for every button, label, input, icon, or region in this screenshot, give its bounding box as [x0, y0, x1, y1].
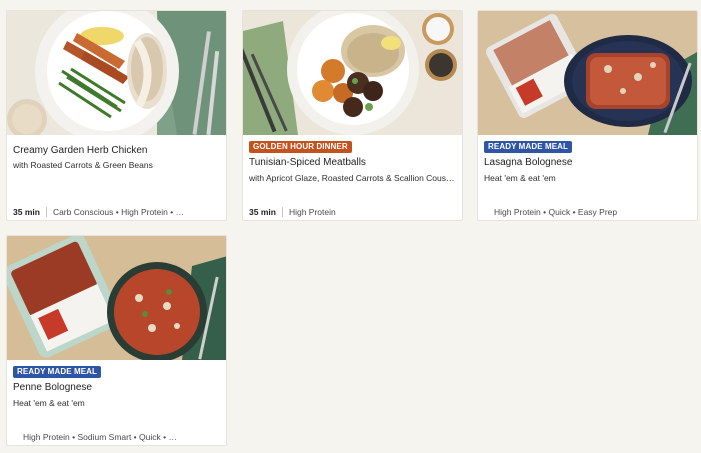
meal-title[interactable]: Creamy Garden Herb Chicken [13, 145, 148, 156]
meal-title[interactable]: Lasagna Bolognese [484, 157, 572, 168]
meal-card-lasagna-bolognese[interactable]: READY MADE MEAL Lasagna Bolognese Heat '… [477, 10, 698, 221]
meal-subtitle: Heat 'em & eat 'em [484, 173, 556, 183]
badge-ready-made-meal: READY MADE MEAL [484, 141, 573, 153]
meal-photo[interactable] [7, 11, 226, 135]
meal-tags: High Protein • Quick • Easy Prep [494, 207, 618, 217]
meal-cook-time: 35 min [249, 207, 276, 217]
meal-tags: High Protein [288, 207, 336, 217]
meal-tags: High Protein • Sodium Smart • Quick • … [23, 432, 177, 442]
meal-photo[interactable] [243, 11, 462, 135]
meal-tags: Carb Conscious • High Protein • … [52, 207, 185, 217]
meal-meta: 35 min High Protein [249, 207, 336, 217]
meta-divider [45, 207, 47, 217]
badge-golden-hour-dinner: GOLDEN HOUR DINNER [249, 141, 352, 153]
meal-title[interactable]: Tunisian-Spiced Meatballs [249, 157, 366, 168]
meal-subtitle: with Roasted Carrots & Green Beans [13, 160, 153, 170]
meal-card-penne-bolognese[interactable]: READY MADE MEAL Penne Bolognese Heat 'em… [6, 235, 227, 446]
meal-card-tunisian-spiced-meatballs[interactable]: GOLDEN HOUR DINNER Tunisian-Spiced Meatb… [242, 10, 463, 221]
badge-ready-made-meal: READY MADE MEAL [13, 366, 102, 378]
meal-title[interactable]: Penne Bolognese [13, 382, 92, 393]
meal-photo[interactable] [478, 11, 697, 135]
meal-meta: 35 min Carb Conscious • High Protein • … [13, 207, 184, 217]
meta-divider [281, 207, 283, 217]
meal-subtitle: with Apricot Glaze, Roasted Carrots & Sc… [249, 173, 455, 183]
meal-card-creamy-garden-herb-chicken[interactable]: Creamy Garden Herb Chicken with Roasted … [6, 10, 227, 221]
meal-photo[interactable] [7, 236, 226, 360]
meal-subtitle: Heat 'em & eat 'em [13, 398, 85, 408]
meal-grid: Creamy Garden Herb Chicken with Roasted … [0, 0, 701, 453]
meal-meta: High Protein • Sodium Smart • Quick • … [23, 432, 177, 442]
meal-cook-time: 35 min [13, 207, 40, 217]
meal-meta: High Protein • Quick • Easy Prep [494, 207, 617, 217]
